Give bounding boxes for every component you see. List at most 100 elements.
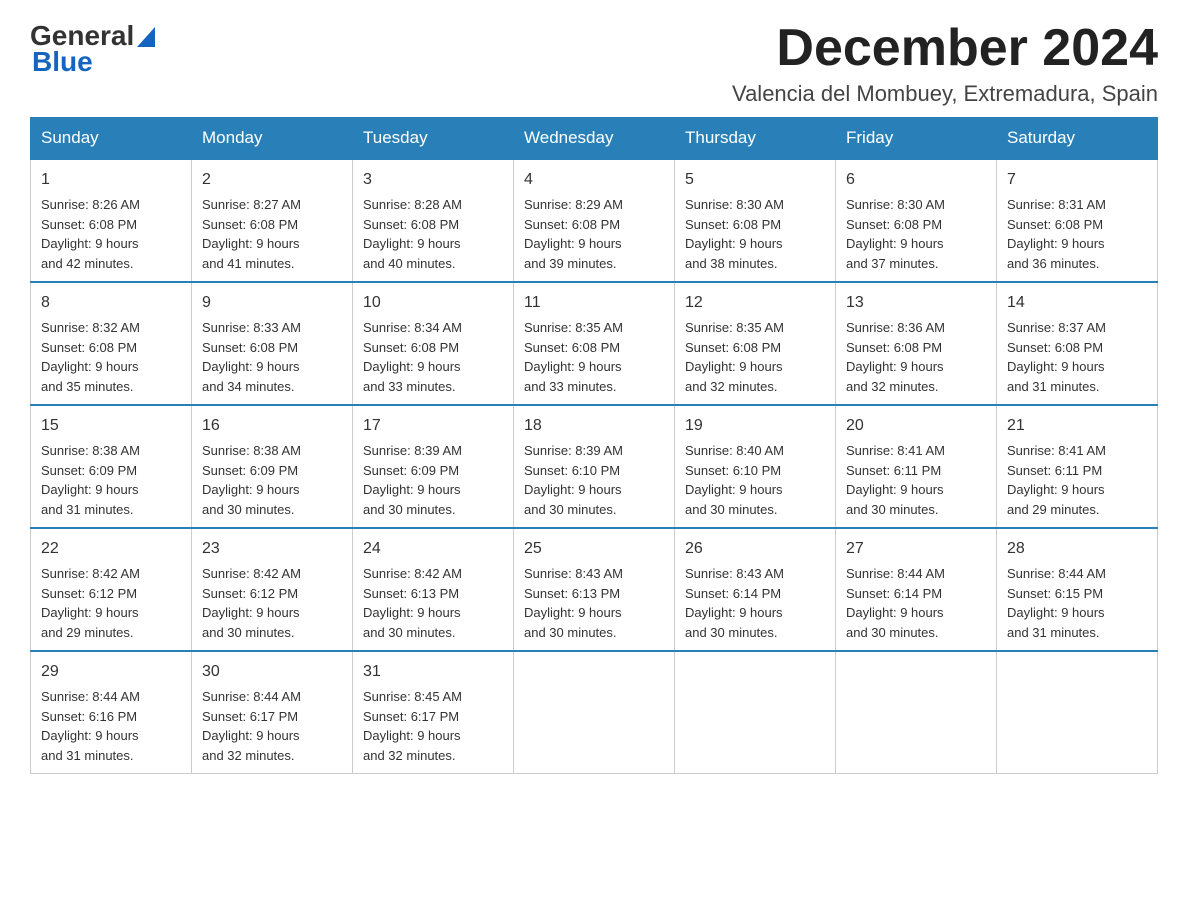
day-info: Sunrise: 8:31 AMSunset: 6:08 PMDaylight:… (1007, 197, 1106, 271)
day-info: Sunrise: 8:39 AMSunset: 6:09 PMDaylight:… (363, 443, 462, 517)
calendar-day-cell: 12 Sunrise: 8:35 AMSunset: 6:08 PMDayligh… (675, 282, 836, 405)
day-info: Sunrise: 8:42 AMSunset: 6:13 PMDaylight:… (363, 566, 462, 640)
day-info: Sunrise: 8:36 AMSunset: 6:08 PMDaylight:… (846, 320, 945, 394)
calendar-day-cell: 2Sunrise: 8:27 AMSunset: 6:08 PMDaylight… (192, 159, 353, 282)
calendar-day-cell: 19 Sunrise: 8:40 AMSunset: 6:10 PMDayligh… (675, 405, 836, 528)
calendar-day-cell: 28 Sunrise: 8:44 AMSunset: 6:15 PMDayligh… (997, 528, 1158, 651)
calendar-day-cell: 9 Sunrise: 8:33 AMSunset: 6:08 PMDaylight… (192, 282, 353, 405)
calendar-table: SundayMondayTuesdayWednesdayThursdayFrid… (30, 117, 1158, 774)
day-number: 13 (846, 291, 986, 315)
day-info: Sunrise: 8:33 AMSunset: 6:08 PMDaylight:… (202, 320, 301, 394)
calendar-day-cell: 31 Sunrise: 8:45 AMSunset: 6:17 PMDayligh… (353, 651, 514, 774)
day-number: 10 (363, 291, 503, 315)
calendar-day-cell: 18 Sunrise: 8:39 AMSunset: 6:10 PMDayligh… (514, 405, 675, 528)
weekday-header-saturday: Saturday (997, 118, 1158, 160)
calendar-week-row: 8 Sunrise: 8:32 AMSunset: 6:08 PMDaylight… (31, 282, 1158, 405)
day-info: Sunrise: 8:38 AMSunset: 6:09 PMDaylight:… (41, 443, 140, 517)
calendar-day-cell: 25Sunrise: 8:43 AMSunset: 6:13 PMDayligh… (514, 528, 675, 651)
day-info: Sunrise: 8:42 AMSunset: 6:12 PMDaylight:… (202, 566, 301, 640)
day-info: Sunrise: 8:44 AMSunset: 6:17 PMDaylight:… (202, 689, 301, 763)
weekday-header-thursday: Thursday (675, 118, 836, 160)
page-header: General Blue December 2024 Valencia del … (30, 20, 1158, 107)
calendar-day-cell: 13 Sunrise: 8:36 AMSunset: 6:08 PMDayligh… (836, 282, 997, 405)
calendar-day-cell: 10 Sunrise: 8:34 AMSunset: 6:08 PMDayligh… (353, 282, 514, 405)
day-info: Sunrise: 8:30 AMSunset: 6:08 PMDaylight:… (846, 197, 945, 271)
calendar-day-cell: 1 Sunrise: 8:26 AMSunset: 6:08 PMDaylight… (31, 159, 192, 282)
day-number: 31 (363, 660, 503, 684)
day-info: Sunrise: 8:28 AMSunset: 6:08 PMDaylight:… (363, 197, 462, 271)
logo-blue: Blue (32, 46, 93, 78)
day-number: 22 (41, 537, 181, 561)
weekday-header-friday: Friday (836, 118, 997, 160)
day-number: 17 (363, 414, 503, 438)
day-number: 1 (41, 168, 181, 192)
day-info: Sunrise: 8:30 AMSunset: 6:08 PMDaylight:… (685, 197, 784, 271)
calendar-day-cell: 21 Sunrise: 8:41 AMSunset: 6:11 PMDayligh… (997, 405, 1158, 528)
day-info: Sunrise: 8:39 AMSunset: 6:10 PMDaylight:… (524, 443, 623, 517)
day-info: Sunrise: 8:44 AMSunset: 6:15 PMDaylight:… (1007, 566, 1106, 640)
day-number: 23 (202, 537, 342, 561)
logo: General Blue (30, 20, 155, 78)
day-number: 21 (1007, 414, 1147, 438)
day-number: 24 (363, 537, 503, 561)
month-title: December 2024 (732, 20, 1158, 77)
calendar-week-row: 1 Sunrise: 8:26 AMSunset: 6:08 PMDaylight… (31, 159, 1158, 282)
day-number: 20 (846, 414, 986, 438)
empty-cell (675, 651, 836, 774)
day-info: Sunrise: 8:34 AMSunset: 6:08 PMDaylight:… (363, 320, 462, 394)
title-area: December 2024 Valencia del Mombuey, Extr… (732, 20, 1158, 107)
day-number: 30 (202, 660, 342, 684)
empty-cell (514, 651, 675, 774)
calendar-day-cell: 6 Sunrise: 8:30 AMSunset: 6:08 PMDaylight… (836, 159, 997, 282)
day-number: 14 (1007, 291, 1147, 315)
day-number: 9 (202, 291, 342, 315)
day-info: Sunrise: 8:41 AMSunset: 6:11 PMDaylight:… (846, 443, 945, 517)
empty-cell (997, 651, 1158, 774)
day-info: Sunrise: 8:40 AMSunset: 6:10 PMDaylight:… (685, 443, 784, 517)
day-number: 8 (41, 291, 181, 315)
weekday-header-tuesday: Tuesday (353, 118, 514, 160)
day-number: 6 (846, 168, 986, 192)
day-info: Sunrise: 8:37 AMSunset: 6:08 PMDaylight:… (1007, 320, 1106, 394)
calendar-day-cell: 15Sunrise: 8:38 AMSunset: 6:09 PMDayligh… (31, 405, 192, 528)
calendar-week-row: 15Sunrise: 8:38 AMSunset: 6:09 PMDayligh… (31, 405, 1158, 528)
day-number: 25 (524, 537, 664, 561)
day-info: Sunrise: 8:26 AMSunset: 6:08 PMDaylight:… (41, 197, 140, 271)
day-number: 26 (685, 537, 825, 561)
calendar-day-cell: 24 Sunrise: 8:42 AMSunset: 6:13 PMDayligh… (353, 528, 514, 651)
calendar-day-cell: 5 Sunrise: 8:30 AMSunset: 6:08 PMDaylight… (675, 159, 836, 282)
calendar-day-cell: 26 Sunrise: 8:43 AMSunset: 6:14 PMDayligh… (675, 528, 836, 651)
day-info: Sunrise: 8:45 AMSunset: 6:17 PMDaylight:… (363, 689, 462, 763)
day-number: 19 (685, 414, 825, 438)
day-number: 11 (524, 291, 664, 315)
day-number: 27 (846, 537, 986, 561)
weekday-header-monday: Monday (192, 118, 353, 160)
weekday-header-sunday: Sunday (31, 118, 192, 160)
calendar-day-cell: 27 Sunrise: 8:44 AMSunset: 6:14 PMDayligh… (836, 528, 997, 651)
calendar-day-cell: 23 Sunrise: 8:42 AMSunset: 6:12 PMDayligh… (192, 528, 353, 651)
day-number: 29 (41, 660, 181, 684)
day-info: Sunrise: 8:35 AMSunset: 6:08 PMDaylight:… (685, 320, 784, 394)
day-number: 12 (685, 291, 825, 315)
day-info: Sunrise: 8:38 AMSunset: 6:09 PMDaylight:… (202, 443, 301, 517)
calendar-day-cell: 8 Sunrise: 8:32 AMSunset: 6:08 PMDaylight… (31, 282, 192, 405)
calendar-day-cell: 11Sunrise: 8:35 AMSunset: 6:08 PMDayligh… (514, 282, 675, 405)
calendar-day-cell: 20 Sunrise: 8:41 AMSunset: 6:11 PMDayligh… (836, 405, 997, 528)
day-info: Sunrise: 8:44 AMSunset: 6:14 PMDaylight:… (846, 566, 945, 640)
calendar-day-cell: 17 Sunrise: 8:39 AMSunset: 6:09 PMDayligh… (353, 405, 514, 528)
day-info: Sunrise: 8:32 AMSunset: 6:08 PMDaylight:… (41, 320, 140, 394)
day-info: Sunrise: 8:27 AMSunset: 6:08 PMDaylight:… (202, 197, 301, 271)
weekday-header-row: SundayMondayTuesdayWednesdayThursdayFrid… (31, 118, 1158, 160)
calendar-week-row: 29Sunrise: 8:44 AMSunset: 6:16 PMDayligh… (31, 651, 1158, 774)
day-number: 5 (685, 168, 825, 192)
day-number: 18 (524, 414, 664, 438)
day-info: Sunrise: 8:29 AMSunset: 6:08 PMDaylight:… (524, 197, 623, 271)
calendar-day-cell: 30 Sunrise: 8:44 AMSunset: 6:17 PMDayligh… (192, 651, 353, 774)
calendar-day-cell: 14 Sunrise: 8:37 AMSunset: 6:08 PMDayligh… (997, 282, 1158, 405)
weekday-header-wednesday: Wednesday (514, 118, 675, 160)
day-number: 28 (1007, 537, 1147, 561)
calendar-day-cell: 29Sunrise: 8:44 AMSunset: 6:16 PMDayligh… (31, 651, 192, 774)
day-info: Sunrise: 8:43 AMSunset: 6:14 PMDaylight:… (685, 566, 784, 640)
calendar-day-cell: 16Sunrise: 8:38 AMSunset: 6:09 PMDayligh… (192, 405, 353, 528)
day-info: Sunrise: 8:41 AMSunset: 6:11 PMDaylight:… (1007, 443, 1106, 517)
